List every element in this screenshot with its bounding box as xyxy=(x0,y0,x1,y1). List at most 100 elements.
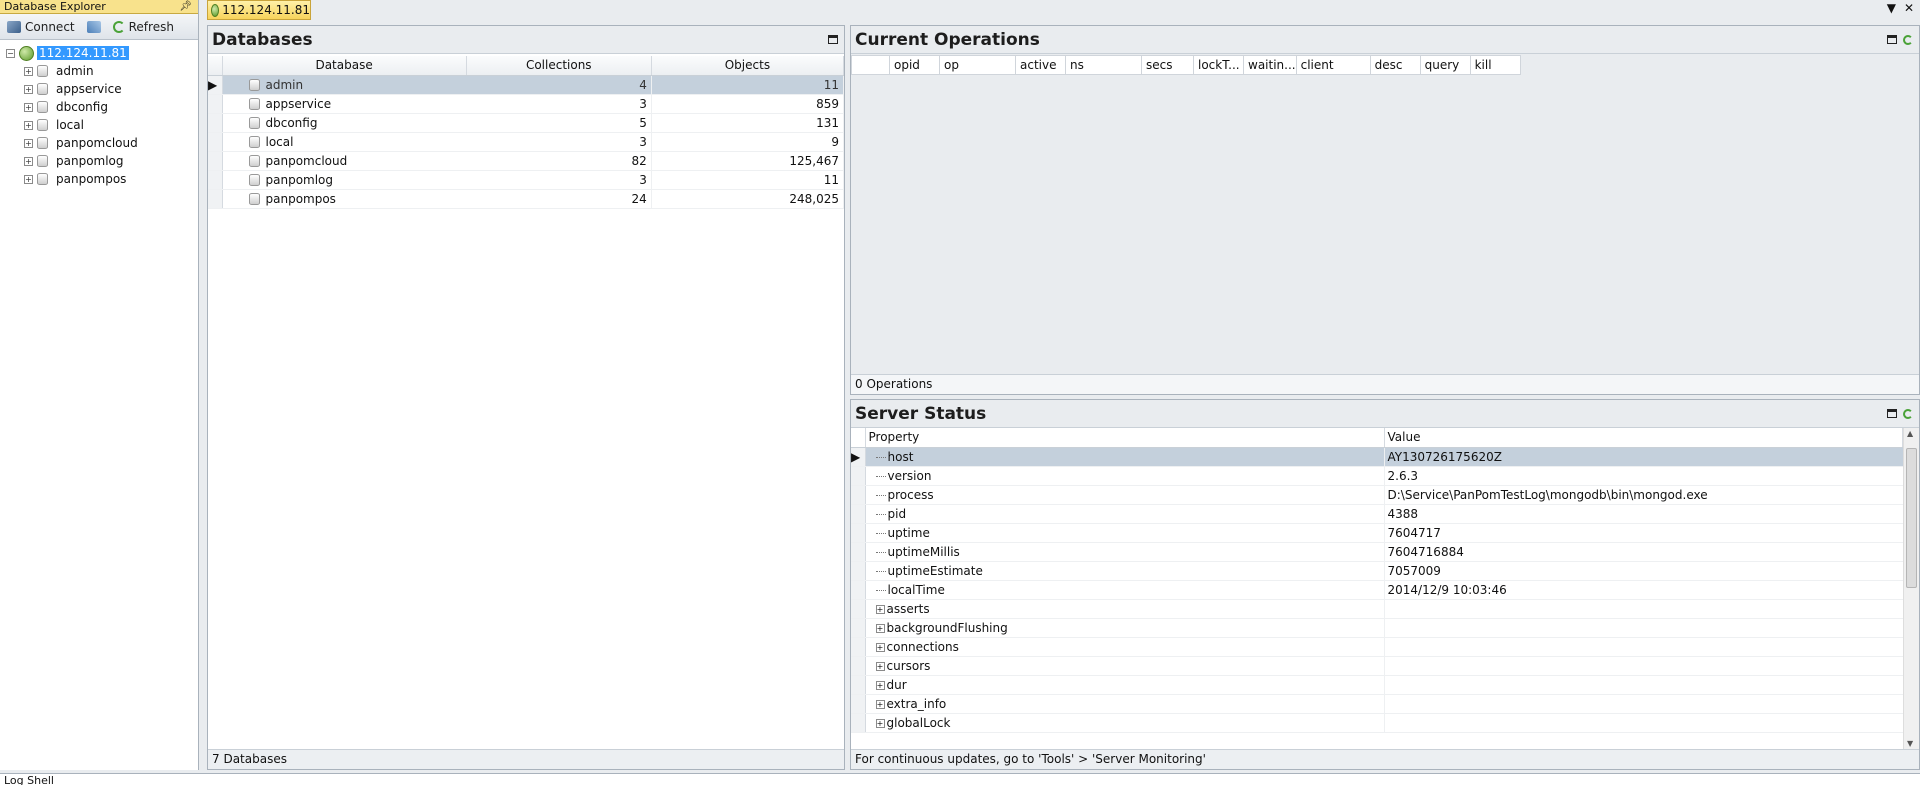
property-cell[interactable]: version xyxy=(865,466,1385,486)
row-header[interactable] xyxy=(208,151,223,171)
row-header[interactable] xyxy=(851,523,866,543)
row-header[interactable] xyxy=(851,599,866,619)
column-header-op[interactable]: secs xyxy=(1141,55,1194,75)
objects-cell[interactable]: 248,025 xyxy=(651,189,845,209)
tree-db-node[interactable]: + admin xyxy=(6,62,198,80)
row-header[interactable] xyxy=(851,542,866,562)
row-header[interactable] xyxy=(208,132,223,152)
connect-button[interactable]: Connect xyxy=(4,19,78,35)
value-cell[interactable]: 2.6.3 xyxy=(1384,466,1903,486)
property-cell[interactable]: process xyxy=(865,485,1385,505)
column-header-objects[interactable]: Objects xyxy=(651,56,845,76)
column-header-op[interactable]: waitin... xyxy=(1243,55,1297,75)
table-row[interactable]: local 3 9 xyxy=(208,132,845,152)
tree-host-node[interactable]: − 112.124.11.81 xyxy=(6,44,198,62)
column-header-collections[interactable]: Collections xyxy=(466,56,652,76)
database-cell[interactable]: panpomlog xyxy=(222,170,467,190)
table-row[interactable]: pid 4388 xyxy=(851,504,1903,524)
column-header-op[interactable]: desc xyxy=(1369,55,1421,75)
tree-db-node[interactable]: + dbconfig xyxy=(6,98,198,116)
objects-cell[interactable]: 859 xyxy=(651,94,845,114)
objects-cell[interactable]: 11 xyxy=(651,75,845,95)
property-cell[interactable]: + globalLock xyxy=(865,713,1385,733)
row-header[interactable] xyxy=(851,466,866,486)
row-header[interactable]: ▶ xyxy=(851,447,866,467)
table-row[interactable]: dbconfig 5 131 xyxy=(208,113,845,133)
property-cell[interactable]: + dur xyxy=(865,675,1385,695)
value-cell[interactable] xyxy=(1384,694,1903,714)
column-header-op[interactable]: opid xyxy=(889,55,940,75)
objects-cell[interactable]: 125,467 xyxy=(651,151,845,171)
database-cell[interactable]: panpompos xyxy=(222,189,467,209)
table-row[interactable]: + dur xyxy=(851,675,1903,695)
scroll-thumb[interactable] xyxy=(1906,448,1917,588)
host-label[interactable]: 112.124.11.81 xyxy=(37,46,129,60)
expand-icon[interactable]: + xyxy=(24,66,33,76)
value-cell[interactable] xyxy=(1384,656,1903,676)
table-row[interactable]: panpompos 24 248,025 xyxy=(208,189,845,209)
refresh-icon[interactable] xyxy=(1903,35,1913,45)
column-header-op[interactable]: client xyxy=(1295,55,1371,75)
scroll-up-icon[interactable]: ▲ xyxy=(1907,429,1913,438)
tree-db-label[interactable]: dbconfig xyxy=(56,100,108,114)
tree-db-node[interactable]: + appservice xyxy=(6,80,198,98)
property-cell[interactable]: + extra_info xyxy=(865,694,1385,714)
expand-icon[interactable]: + xyxy=(875,623,885,633)
value-cell[interactable] xyxy=(1384,637,1903,657)
row-header[interactable] xyxy=(851,713,866,733)
row-header[interactable] xyxy=(851,675,866,695)
property-cell[interactable]: uptime xyxy=(865,523,1385,543)
row-header[interactable] xyxy=(208,189,223,209)
table-row[interactable]: appservice 3 859 xyxy=(208,94,845,114)
objects-cell[interactable]: 11 xyxy=(651,170,845,190)
expand-icon[interactable]: + xyxy=(24,120,33,130)
table-row[interactable]: panpomlog 3 11 xyxy=(208,170,845,190)
dropdown-arrow-icon[interactable]: ▼ xyxy=(1887,1,1896,15)
row-header[interactable] xyxy=(851,656,866,676)
value-cell[interactable]: D:\Service\PanPomTestLog\mongodb\bin\mon… xyxy=(1384,485,1903,505)
value-cell[interactable] xyxy=(1384,618,1903,638)
value-cell[interactable]: 4388 xyxy=(1384,504,1903,524)
value-cell[interactable]: 2014/12/9 10:03:46 xyxy=(1384,580,1903,600)
refresh-button[interactable]: Refresh xyxy=(110,19,177,35)
collections-cell[interactable]: 5 xyxy=(466,113,652,133)
column-header-database[interactable]: Database xyxy=(222,56,467,76)
value-cell[interactable]: 7604716884 xyxy=(1384,542,1903,562)
property-cell[interactable]: uptimeEstimate xyxy=(865,561,1385,581)
table-row[interactable]: uptimeMillis 7604716884 xyxy=(851,542,1903,562)
log-shell-tab[interactable]: Log Shell xyxy=(0,773,1920,785)
collections-cell[interactable]: 82 xyxy=(466,151,652,171)
expand-icon[interactable]: + xyxy=(875,604,885,614)
table-row[interactable]: uptime 7604717 xyxy=(851,523,1903,543)
table-row[interactable]: ▶ host AY130726175620Z xyxy=(851,447,1903,467)
table-row[interactable]: process D:\Service\PanPomTestLog\mongodb\… xyxy=(851,485,1903,505)
expand-icon[interactable]: + xyxy=(24,84,33,94)
column-header-op[interactable]: kill xyxy=(1469,55,1521,75)
row-header[interactable] xyxy=(208,94,223,114)
table-row[interactable]: version 2.6.3 xyxy=(851,466,1903,486)
property-cell[interactable]: + asserts xyxy=(865,599,1385,619)
table-row[interactable]: localTime 2014/12/9 10:03:46 xyxy=(851,580,1903,600)
row-header[interactable] xyxy=(851,618,866,638)
property-cell[interactable]: pid xyxy=(865,504,1385,524)
vertical-scrollbar[interactable]: ▲ ▼ xyxy=(1903,428,1919,749)
row-header[interactable] xyxy=(851,485,866,505)
tab-host[interactable]: 112.124.11.81 xyxy=(207,0,311,20)
collapse-icon[interactable]: − xyxy=(6,48,15,58)
maximize-icon[interactable] xyxy=(1887,409,1897,418)
database-cell[interactable]: local xyxy=(222,132,467,152)
column-header-property[interactable]: Property xyxy=(865,428,1385,448)
tree-db-node[interactable]: + panpomcloud xyxy=(6,134,198,152)
column-header-op[interactable]: op xyxy=(939,55,1016,75)
expand-icon[interactable]: + xyxy=(24,102,33,112)
database-cell[interactable]: dbconfig xyxy=(222,113,467,133)
expand-icon[interactable]: + xyxy=(875,718,885,728)
row-header[interactable] xyxy=(851,694,866,714)
objects-cell[interactable]: 131 xyxy=(651,113,845,133)
disconnect-button[interactable] xyxy=(84,20,104,34)
table-row[interactable]: + connections xyxy=(851,637,1903,657)
tree-db-label[interactable]: panpompos xyxy=(56,172,126,186)
value-cell[interactable] xyxy=(1384,599,1903,619)
value-cell[interactable]: 7604717 xyxy=(1384,523,1903,543)
tree-db-label[interactable]: appservice xyxy=(56,82,122,96)
